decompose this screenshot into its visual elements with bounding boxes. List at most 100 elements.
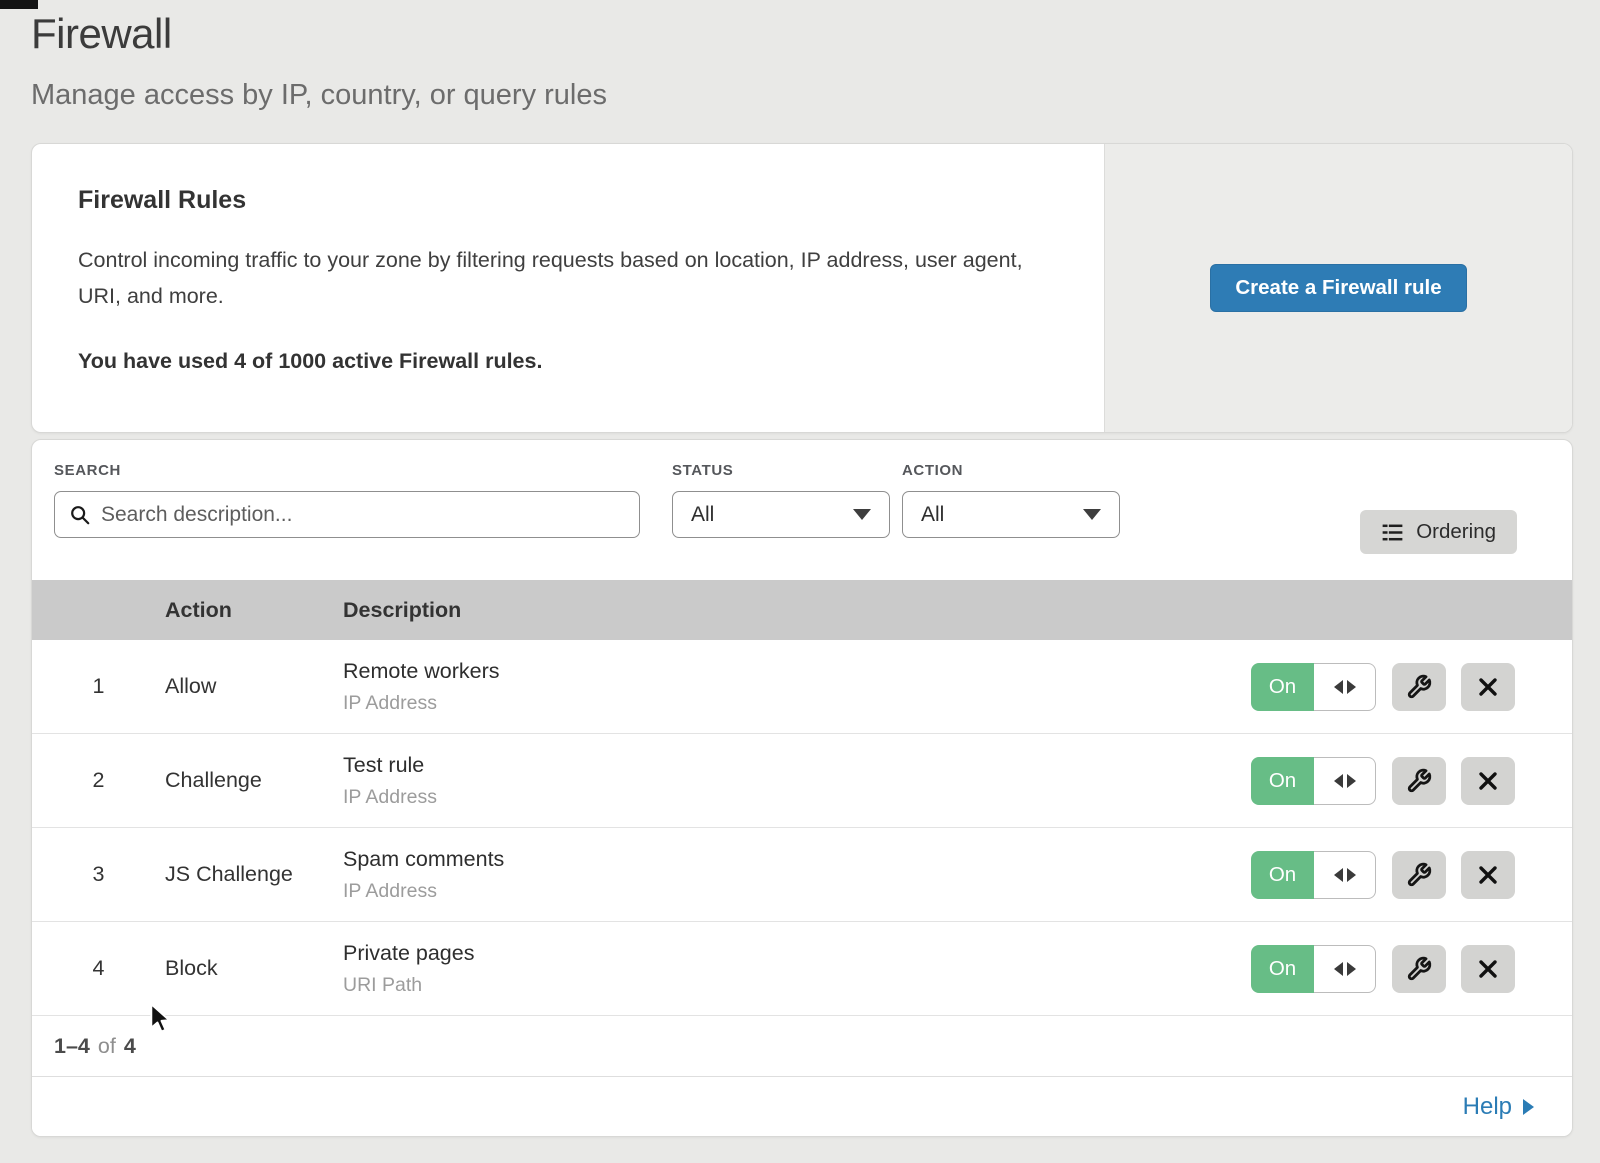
rule-enabled-toggle[interactable]: On xyxy=(1251,663,1376,711)
rule-description-cell: Spam comments IP Address xyxy=(343,847,1251,903)
delete-rule-button[interactable] xyxy=(1461,663,1515,711)
search-filter-group: SEARCH xyxy=(54,462,640,538)
edit-rule-button[interactable] xyxy=(1392,851,1446,899)
rule-controls: On xyxy=(1251,851,1515,899)
rule-row: 2 Challenge Test rule IP Address On xyxy=(32,734,1572,828)
status-select[interactable]: All xyxy=(672,491,890,538)
rule-controls: On xyxy=(1251,663,1515,711)
delete-rule-button[interactable] xyxy=(1461,945,1515,993)
rule-description: Remote workers xyxy=(343,659,1251,684)
help-bar: Help xyxy=(32,1076,1572,1136)
wrench-icon xyxy=(1406,674,1432,700)
ordering-button-label: Ordering xyxy=(1416,520,1496,544)
action-label: ACTION xyxy=(902,462,1120,479)
rule-row: 4 Block Private pages URI Path On xyxy=(32,922,1572,1016)
toggle-handle[interactable] xyxy=(1314,757,1376,805)
rule-match-type: IP Address xyxy=(343,880,1251,903)
arrow-right-icon xyxy=(1347,868,1356,882)
edit-rule-button[interactable] xyxy=(1392,945,1446,993)
search-input[interactable] xyxy=(101,503,625,527)
search-icon xyxy=(69,504,91,526)
rule-priority: 4 xyxy=(32,956,165,981)
rules-table-card: SEARCH STATUS All xyxy=(31,439,1573,1137)
page-header: Firewall Manage access by IP, country, o… xyxy=(31,0,1573,112)
toggle-on-label: On xyxy=(1251,945,1314,993)
rule-enabled-toggle[interactable]: On xyxy=(1251,757,1376,805)
rule-match-type: URI Path xyxy=(343,974,1251,997)
pagination-range: 1–4 xyxy=(54,1034,90,1059)
close-icon xyxy=(1476,769,1500,793)
arrow-left-icon xyxy=(1334,774,1343,788)
toggle-handle[interactable] xyxy=(1314,945,1376,993)
arrow-right-icon xyxy=(1523,1099,1534,1115)
rules-table-body: 1 Allow Remote workers IP Address On xyxy=(32,640,1572,1016)
pagination-bar: 1–4 of 4 xyxy=(32,1016,1572,1076)
column-action: Action xyxy=(165,598,343,623)
chevron-down-icon xyxy=(1083,509,1101,520)
ordering-button[interactable]: Ordering xyxy=(1360,510,1517,554)
rules-table-header: Action Description xyxy=(32,580,1572,640)
rule-description-cell: Test rule IP Address xyxy=(343,753,1251,809)
wrench-icon xyxy=(1406,862,1432,888)
rule-enabled-toggle[interactable]: On xyxy=(1251,945,1376,993)
arrow-right-icon xyxy=(1347,774,1356,788)
toggle-handle[interactable] xyxy=(1314,851,1376,899)
delete-rule-button[interactable] xyxy=(1461,757,1515,805)
toggle-on-label: On xyxy=(1251,663,1314,711)
rule-controls: On xyxy=(1251,945,1515,993)
help-link-label: Help xyxy=(1463,1093,1512,1121)
status-select-value: All xyxy=(691,503,714,527)
edit-rule-button[interactable] xyxy=(1392,757,1446,805)
rules-card-heading: Firewall Rules xyxy=(78,186,1064,215)
rule-priority: 1 xyxy=(32,674,165,699)
status-filter-group: STATUS All xyxy=(672,462,890,538)
rule-controls: On xyxy=(1251,757,1515,805)
rule-match-type: IP Address xyxy=(343,786,1251,809)
rule-enabled-toggle[interactable]: On xyxy=(1251,851,1376,899)
edit-rule-button[interactable] xyxy=(1392,663,1446,711)
arrow-right-icon xyxy=(1347,962,1356,976)
firewall-page: Firewall Manage access by IP, country, o… xyxy=(0,0,1600,1163)
action-filter-group: ACTION All xyxy=(902,462,1120,538)
arrow-right-icon xyxy=(1347,680,1356,694)
list-icon xyxy=(1381,521,1404,544)
rule-description: Test rule xyxy=(343,753,1251,778)
rule-row: 1 Allow Remote workers IP Address On xyxy=(32,640,1572,734)
action-select-value: All xyxy=(921,503,944,527)
toggle-handle[interactable] xyxy=(1314,663,1376,711)
arrow-left-icon xyxy=(1334,680,1343,694)
rules-usage-count: You have used 4 of 1000 active Firewall … xyxy=(78,349,1064,374)
chevron-down-icon xyxy=(853,509,871,520)
rule-row: 3 JS Challenge Spam comments IP Address … xyxy=(32,828,1572,922)
rule-action: Allow xyxy=(165,674,343,699)
toggle-on-label: On xyxy=(1251,851,1314,899)
wrench-icon xyxy=(1406,768,1432,794)
rule-action: Challenge xyxy=(165,768,343,793)
search-label: SEARCH xyxy=(54,462,640,479)
pagination-total: 4 xyxy=(124,1034,136,1059)
help-link[interactable]: Help xyxy=(1463,1093,1534,1121)
filter-bar: SEARCH STATUS All xyxy=(32,440,1572,580)
pagination-of: of xyxy=(98,1034,116,1059)
arrow-left-icon xyxy=(1334,962,1343,976)
rule-description: Spam comments xyxy=(343,847,1251,872)
status-label: STATUS xyxy=(672,462,890,479)
toggle-on-label: On xyxy=(1251,757,1314,805)
rule-description-cell: Private pages URI Path xyxy=(343,941,1251,997)
create-firewall-rule-button[interactable]: Create a Firewall rule xyxy=(1210,264,1466,312)
wrench-icon xyxy=(1406,956,1432,982)
column-description: Description xyxy=(343,598,1572,623)
close-icon xyxy=(1476,675,1500,699)
rules-card-action-panel: Create a Firewall rule xyxy=(1104,144,1572,432)
close-icon xyxy=(1476,863,1500,887)
rule-action: JS Challenge xyxy=(165,862,343,887)
action-select[interactable]: All xyxy=(902,491,1120,538)
rule-match-type: IP Address xyxy=(343,692,1251,715)
page-title: Firewall xyxy=(31,8,1573,60)
search-input-wrapper[interactable] xyxy=(54,491,640,538)
delete-rule-button[interactable] xyxy=(1461,851,1515,899)
rule-priority: 2 xyxy=(32,768,165,793)
rule-priority: 3 xyxy=(32,862,165,887)
firewall-rules-summary: Firewall Rules Control incoming traffic … xyxy=(32,144,1104,432)
rule-description-cell: Remote workers IP Address xyxy=(343,659,1251,715)
